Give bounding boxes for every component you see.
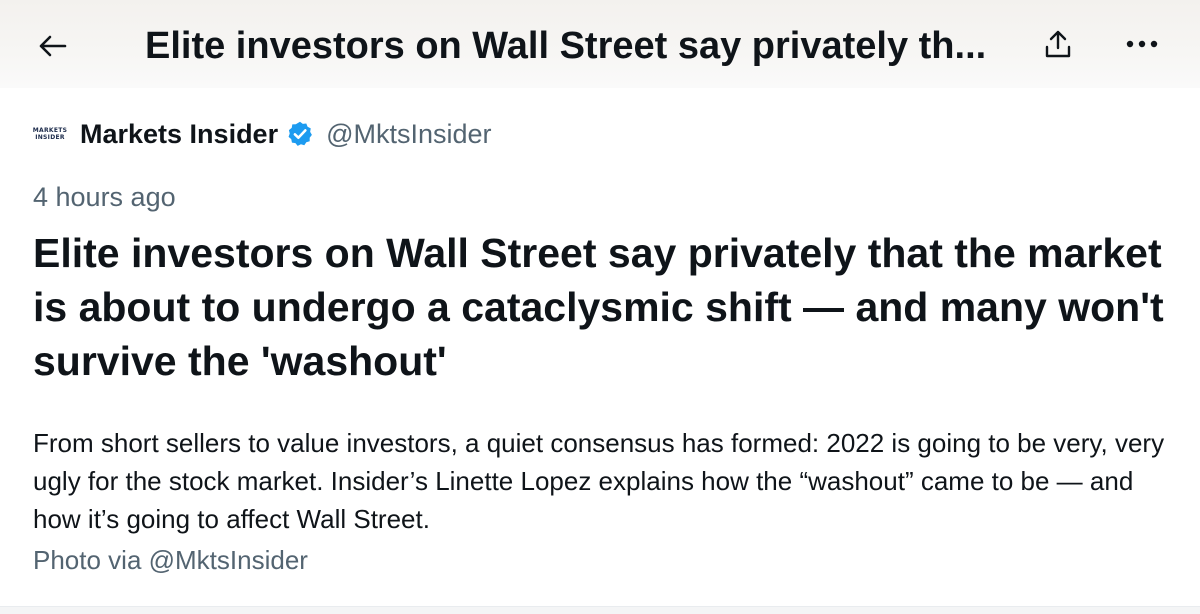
photo-credit: Photo via @MktsInsider <box>33 545 308 575</box>
header-title: Elite investors on Wall Street say priva… <box>145 25 987 67</box>
share-button[interactable] <box>1036 22 1080 66</box>
article-headline[interactable]: Elite investors on Wall Street say priva… <box>33 226 1183 388</box>
more-options-button[interactable] <box>1120 22 1164 66</box>
timestamp: 4 hours ago <box>33 182 176 212</box>
avatar-text-line2: INSIDER <box>35 134 65 141</box>
author-name[interactable]: Markets Insider <box>80 119 278 150</box>
avatar[interactable]: MARKETS INSIDER <box>32 124 68 144</box>
avatar-text-line1: MARKETS <box>32 127 68 134</box>
top-bar: Elite investors on Wall Street say priva… <box>0 0 1200 88</box>
verified-badge-icon <box>286 120 314 148</box>
back-button[interactable] <box>30 24 74 68</box>
more-horizontal-icon <box>1126 40 1158 48</box>
arrow-left-icon <box>39 35 67 57</box>
article-description: From short sellers to value investors, a… <box>33 428 1165 534</box>
author-row[interactable]: MARKETS INSIDER Markets Insider @MktsIns… <box>32 112 492 156</box>
share-icon <box>1045 30 1071 58</box>
author-handle[interactable]: @MktsInsider <box>326 119 491 150</box>
